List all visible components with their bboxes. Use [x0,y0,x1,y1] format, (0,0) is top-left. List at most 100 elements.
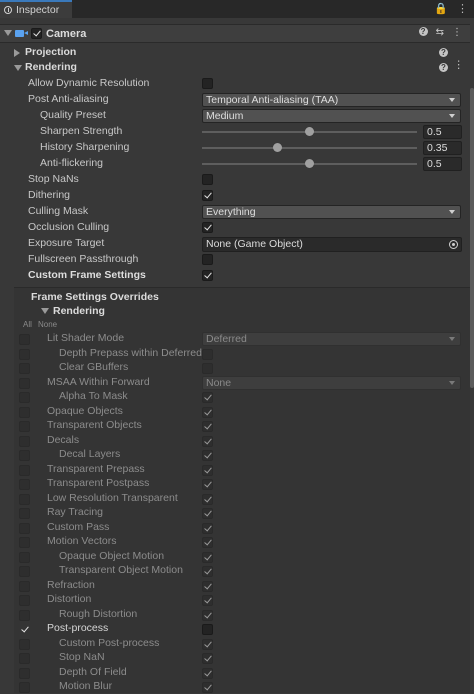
lit-shader-mode-dropdown[interactable]: Deferred [202,332,461,346]
motion-blur-checkbox[interactable] [202,682,213,693]
override-checkbox[interactable] [19,581,30,592]
label: Low Resolution Transparent [47,492,178,504]
override-all-toggle[interactable]: All [23,320,32,329]
help-icon[interactable]: ? [418,27,428,36]
transparent-objects-checkbox[interactable] [202,421,213,432]
clear-gbuffers-checkbox[interactable] [202,363,213,374]
history-sharpening-slider-track[interactable] [202,147,417,149]
distortion-checkbox[interactable] [202,595,213,606]
override-checkbox[interactable] [19,639,30,650]
history-sharpening-field[interactable]: 0.35 [423,141,462,155]
override-checkbox[interactable] [19,668,30,679]
fso-rendering-section-label[interactable]: Rendering [53,305,105,317]
projection-foldout[interactable]: Projection ? [0,46,470,60]
override-checkbox[interactable] [19,363,30,374]
expand-arrow-icon[interactable] [14,49,20,57]
refraction-checkbox[interactable] [202,581,213,592]
msaa-dropdown[interactable]: None [202,376,461,390]
label: Custom Pass [47,521,110,533]
quality-preset-dropdown[interactable]: Medium [202,109,461,123]
rough-distortion-checkbox[interactable] [202,610,213,621]
fullscreen-passthrough-checkbox[interactable] [202,254,213,265]
custom-post-process-checkbox[interactable] [202,639,213,650]
help-icon[interactable]: ? [439,48,448,57]
lock-icon[interactable]: 🔒 [434,2,448,15]
override-checkbox[interactable] [19,537,30,548]
collapse-arrow-icon[interactable] [14,65,22,71]
culling-mask-dropdown[interactable]: Everything [202,205,461,219]
object-field-value: None (Game Object) [206,238,303,250]
frame-settings-overrides-title: Frame Settings Overrides [31,291,159,303]
override-checkbox[interactable] [19,624,30,635]
override-checkbox[interactable] [19,566,30,577]
sharpen-strength-slider-knob[interactable] [305,127,314,136]
depth-prepass-checkbox[interactable] [202,349,213,360]
sharpen-strength-field[interactable]: 0.5 [423,125,462,139]
override-checkbox[interactable] [19,436,30,447]
custom-frame-settings-checkbox[interactable] [202,270,213,281]
anti-flickering-slider-knob[interactable] [305,159,314,168]
stop-nans-checkbox[interactable] [202,174,213,185]
transparent-postpass-checkbox[interactable] [202,479,213,490]
override-checkbox[interactable] [19,465,30,476]
low-res-transparent-checkbox[interactable] [202,494,213,505]
collapse-arrow-icon[interactable] [4,30,12,36]
help-icon[interactable]: ? [439,63,448,72]
alpha-to-mask-checkbox[interactable] [202,392,213,403]
fso-row-alpha-to-mask: Alpha To Mask [0,390,470,404]
transparent-object-motion-checkbox[interactable] [202,566,213,577]
occlusion-culling-checkbox[interactable] [202,222,213,233]
dithering-checkbox[interactable] [202,190,213,201]
opaque-objects-checkbox[interactable] [202,407,213,418]
depth-of-field-checkbox[interactable] [202,668,213,679]
custom-pass-checkbox[interactable] [202,523,213,534]
component-header[interactable]: Camera ? ⇆ ⋮ [0,24,470,43]
post-process-checkbox[interactable] [202,624,213,635]
ray-tracing-checkbox[interactable] [202,508,213,519]
more-icon[interactable]: ⋮ [452,27,462,38]
override-checkbox[interactable] [19,653,30,664]
post-anti-aliasing-dropdown[interactable]: Temporal Anti-aliasing (TAA) [202,93,461,107]
collapse-arrow-icon[interactable] [41,308,49,314]
override-checkbox[interactable] [19,610,30,621]
fso-row-transparent-postpass: Transparent Postpass [0,477,470,491]
history-sharpening-slider-knob[interactable] [272,143,282,152]
override-checkbox[interactable] [19,552,30,563]
override-checkbox[interactable] [19,523,30,534]
override-checkbox[interactable] [19,479,30,490]
override-none-toggle[interactable]: None [38,320,57,329]
rendering-label: Rendering [25,61,77,73]
override-checkbox[interactable] [19,682,30,693]
more-icon[interactable]: ⋮ [454,59,465,71]
override-checkbox[interactable] [19,450,30,461]
anti-flickering-field[interactable]: 0.5 [423,157,462,171]
tab-inspector[interactable]: Inspector [0,0,72,18]
override-checkbox[interactable] [19,595,30,606]
override-checkbox[interactable] [19,407,30,418]
override-checkbox[interactable] [19,334,30,345]
override-checkbox[interactable] [19,378,30,389]
vertical-scrollbar[interactable] [470,88,474,388]
stop-nan-checkbox[interactable] [202,653,213,664]
fso-row-distortion: Distortion [0,593,470,607]
label: Allow Dynamic Resolution [28,77,150,89]
decals-checkbox[interactable] [202,436,213,447]
allow-dynamic-resolution-checkbox[interactable] [202,78,213,89]
override-checkbox[interactable] [19,421,30,432]
override-checkbox[interactable] [19,508,30,519]
rendering-foldout[interactable]: Rendering ? ⋮ [0,59,470,75]
override-checkbox[interactable] [19,494,30,505]
chevron-down-icon [449,337,455,341]
preset-icon[interactable]: ⇆ [436,27,444,38]
decal-layers-checkbox[interactable] [202,450,213,461]
override-checkbox[interactable] [19,349,30,360]
exposure-target-field[interactable]: None (Game Object) [202,237,462,252]
transparent-prepass-checkbox[interactable] [202,465,213,476]
motion-vectors-checkbox[interactable] [202,537,213,548]
object-picker-icon[interactable] [449,240,458,249]
component-enabled-checkbox[interactable] [31,28,42,39]
more-menu-icon[interactable]: ⋮ [457,2,468,15]
override-checkbox[interactable] [19,392,30,403]
dropdown-value: Medium [206,110,244,122]
opaque-object-motion-checkbox[interactable] [202,552,213,563]
